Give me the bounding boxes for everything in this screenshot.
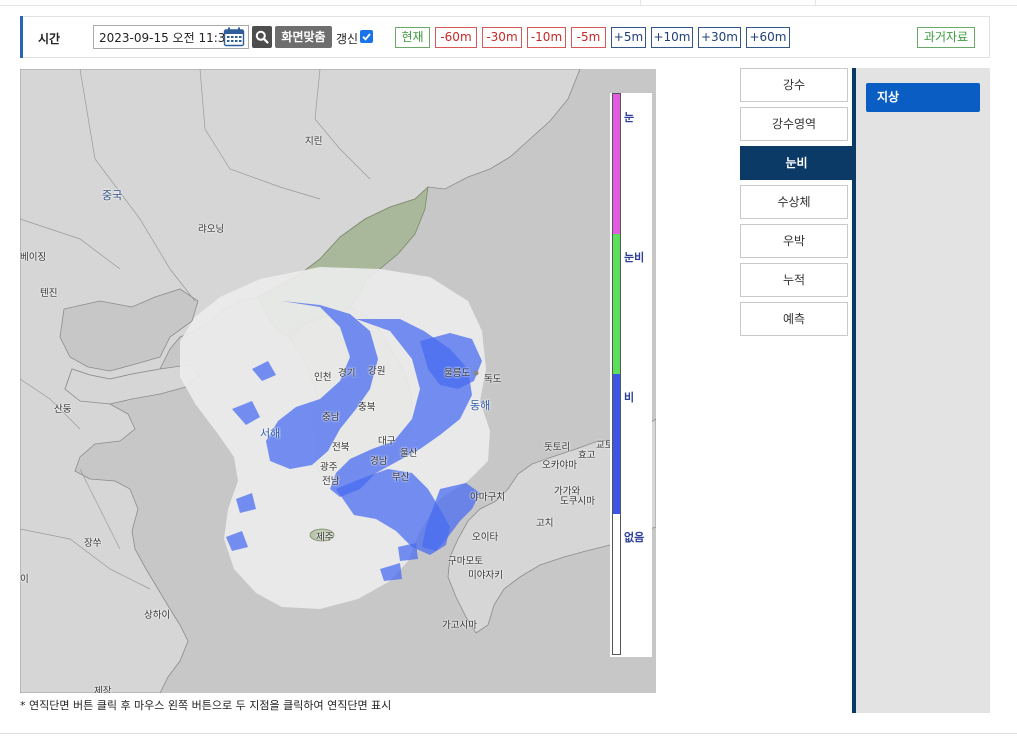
legend-none-label: 없음 (624, 531, 645, 544)
map-label-tottori: 돗토리 (544, 442, 571, 453)
map-label-kochi: 고치 (536, 518, 554, 529)
map-label-shandong: 산둥 (54, 404, 72, 415)
map-label-busan: 부산 (392, 472, 410, 483)
map-label-hebei: 베이징 (20, 252, 47, 263)
plus-30m-button[interactable]: +30m (698, 27, 741, 48)
map-label-hyogo: 효고 (578, 450, 596, 461)
legend-rain-swatch (613, 374, 620, 514)
top-strip (0, 0, 1017, 6)
map-canvas (20, 69, 656, 693)
tab-forecast[interactable]: 예측 (740, 302, 848, 336)
search-button[interactable] (252, 26, 272, 48)
tab-hail[interactable]: 우박 (740, 224, 848, 258)
tab-accumulation[interactable]: 누적 (740, 263, 848, 297)
surface-option-button[interactable]: 지상 (866, 83, 980, 112)
plus-10m-button[interactable]: +10m (651, 27, 693, 48)
top-strip-divider (815, 0, 816, 6)
map-label-daegu: 대구 (378, 436, 396, 447)
map-label-anhui: 이 (20, 574, 29, 585)
minus-10m-button[interactable]: -10m (527, 27, 566, 48)
map-label-jeonnam: 전남 (322, 476, 340, 487)
map-label-jeju: 제주 (316, 532, 334, 543)
map-label-china: 중국 (102, 189, 123, 202)
map-label-zhejiang: 제장 (94, 686, 112, 693)
refresh-checkbox[interactable] (360, 30, 373, 43)
legend-sleet-label: 눈비 (624, 251, 645, 264)
map-label-ulleungdo: 울릉도 (444, 368, 471, 379)
minus-60m-button[interactable]: -60m (435, 27, 477, 48)
legend-snow-label: 눈 (624, 111, 635, 124)
map-label-gyeonggi: 경기 (338, 368, 356, 379)
now-button[interactable]: 현재 (395, 27, 430, 48)
toolbar-accent (20, 16, 23, 58)
map-label-jeonbuk: 전북 (332, 442, 350, 453)
map-label-chungnam: 충남 (322, 412, 340, 423)
fit-screen-button[interactable]: 화면맞춤 (275, 26, 332, 48)
map-label-jiangsu: 장쑤 (84, 538, 102, 549)
radar-map[interactable]: 지린 중국 랴오닝 베이징 텐진 산둥 장쑤 이 상하이 제장 서해 동해 울릉… (20, 69, 656, 693)
map-label-ulsan: 울산 (400, 448, 418, 459)
cross-section-caption: * 연직단면 버튼 클릭 후 마우스 왼쪽 버튼으로 두 지점을 클릭하여 연직… (20, 699, 392, 712)
map-label-liaoning: 랴오닝 (198, 224, 225, 235)
map-label-gangwon: 강원 (368, 366, 386, 377)
top-strip-divider (640, 0, 641, 6)
map-label-gyeongnam: 경남 (370, 456, 388, 467)
legend-snow-swatch (613, 94, 620, 234)
map-label-kumamoto: 구마모토 (448, 556, 483, 567)
archive-button[interactable]: 과거자료 (917, 27, 975, 48)
calendar-icon[interactable] (223, 27, 245, 47)
checkmark-icon (362, 33, 371, 41)
map-label-oita: 오이타 (472, 532, 499, 543)
map-label-dokdo: 독도 (484, 374, 502, 385)
map-label-chungbuk: 충북 (358, 402, 376, 413)
legend-sleet-swatch (613, 234, 620, 374)
legend-none-swatch (613, 514, 620, 654)
time-label: 시간 (38, 32, 61, 46)
time-toolbar: 시간 2023-09-15 오전 11:34 화면맞춤 갱신 현재 -60m -… (20, 16, 990, 58)
tab-precip-area[interactable]: 강수영역 (740, 107, 848, 141)
minus-5m-button[interactable]: -5m (571, 27, 606, 48)
tab-hydrometeor[interactable]: 수상체 (740, 185, 848, 219)
map-label-yamaguchi: 야마구치 (470, 492, 505, 503)
map-label-okayama: 오카야마 (542, 460, 577, 471)
map-label-shanghai: 상하이 (144, 610, 171, 621)
map-label-east-sea: 동해 (470, 399, 491, 412)
plus-5m-button[interactable]: +5m (611, 27, 646, 48)
map-label-miyazaki: 미야자키 (468, 570, 503, 581)
map-label-jilin: 지린 (305, 136, 323, 147)
map-label-incheon: 인천 (314, 372, 332, 383)
map-label-gwangju: 광주 (320, 462, 338, 473)
legend-color-bar (612, 93, 621, 655)
refresh-label: 갱신 (336, 32, 359, 46)
tab-snow-rain[interactable]: 눈비 (740, 146, 853, 180)
sub-option-panel: 지상 (856, 68, 990, 713)
legend-rain-label: 비 (624, 391, 635, 404)
ulleungdo-island (473, 370, 479, 376)
minus-30m-button[interactable]: -30m (482, 27, 522, 48)
precip-type-legend: 눈 눈비 비 없음 (610, 93, 652, 657)
map-label-tokushima: 도쿠시마 (560, 496, 595, 507)
map-label-kagoshima: 가고시마 (442, 620, 477, 631)
map-label-tianjin: 텐진 (40, 288, 58, 299)
tab-precip[interactable]: 강수 (740, 68, 848, 102)
search-icon (255, 30, 269, 44)
page-bottom-border (0, 733, 1017, 734)
plus-60m-button[interactable]: +60m (746, 27, 790, 48)
map-label-west-sea: 서해 (260, 427, 281, 440)
